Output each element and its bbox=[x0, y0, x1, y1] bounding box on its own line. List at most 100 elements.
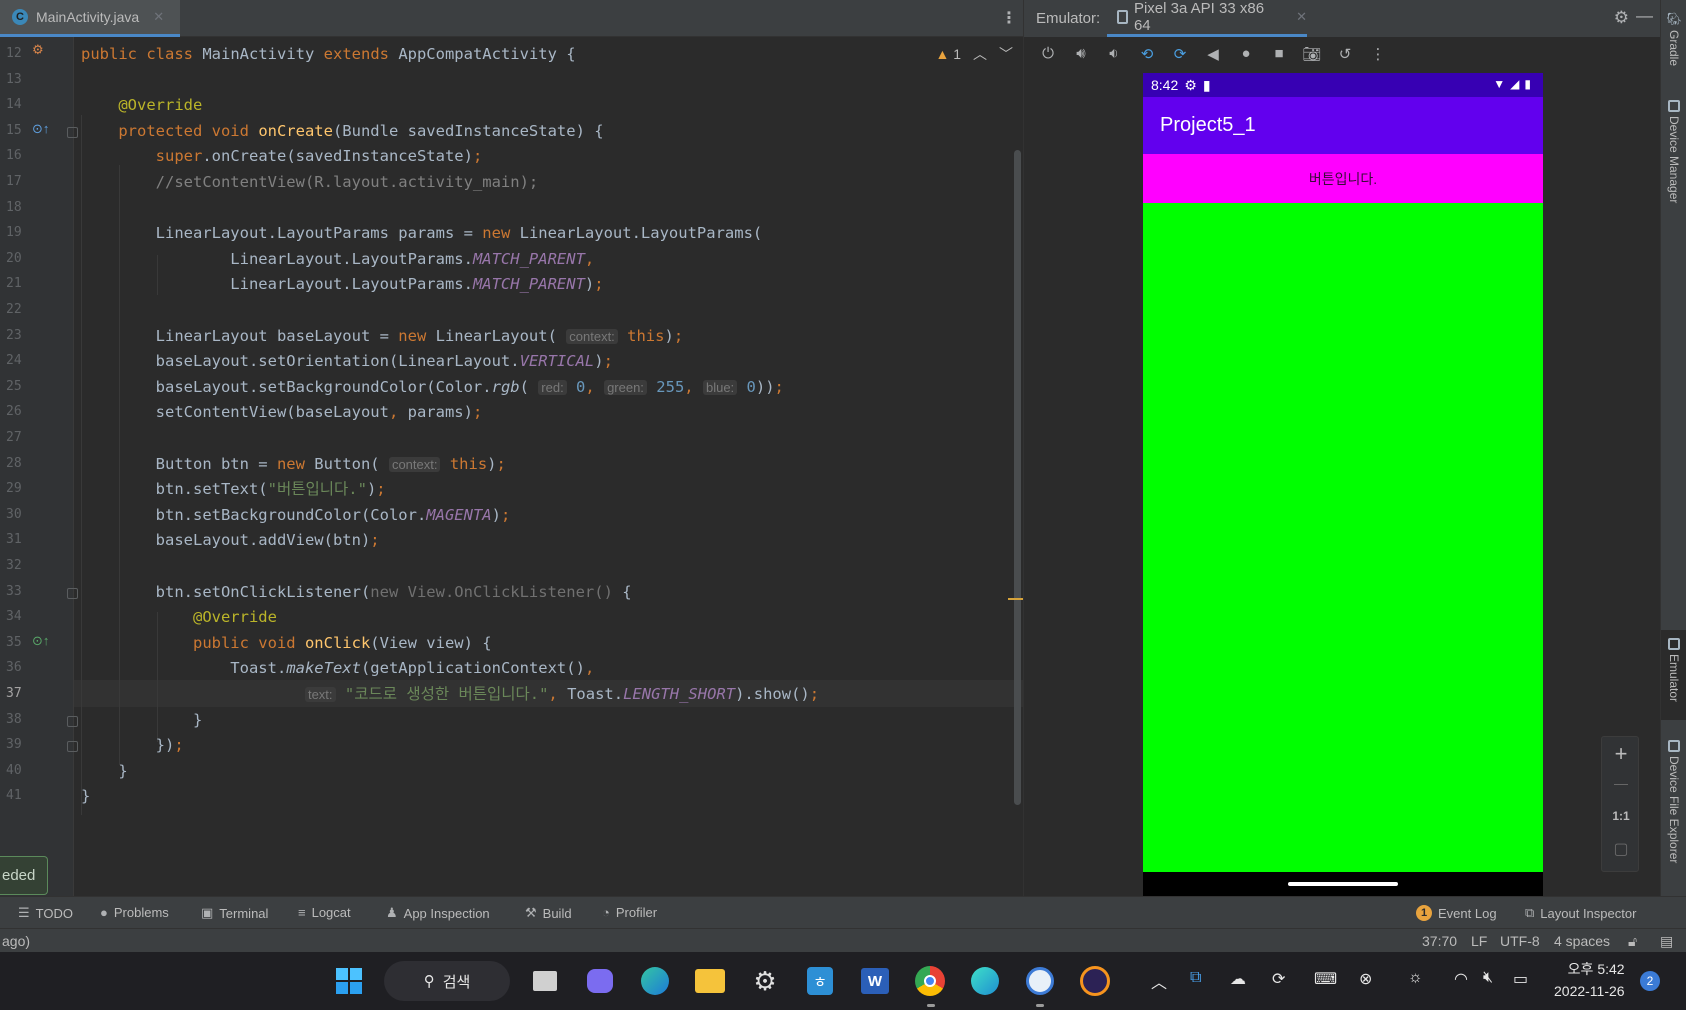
code-line[interactable]: LinearLayout.LayoutParams params = new L… bbox=[81, 220, 763, 247]
home-icon[interactable]: ● bbox=[1234, 42, 1258, 66]
code-line[interactable]: } bbox=[81, 707, 202, 734]
zoom-out-button[interactable]: — bbox=[1602, 775, 1640, 791]
wifi-icon[interactable]: ◠ bbox=[1454, 969, 1468, 989]
sync-icon[interactable]: ⟳ bbox=[1272, 969, 1285, 989]
phone-screen[interactable]: 8:42 ⚙ ▮ ▼ ◢ ▮ Project5_1 버튼입니다. bbox=[1143, 73, 1543, 896]
code-line[interactable]: baseLayout.setOrientation(LinearLayout.V… bbox=[81, 348, 613, 375]
code-line[interactable]: } bbox=[81, 783, 90, 810]
previous-highlight-icon[interactable]: ︿ bbox=[973, 44, 987, 64]
notification-badge[interactable]: 2 bbox=[1640, 971, 1660, 991]
code-line[interactable]: baseLayout.addView(btn); bbox=[81, 527, 380, 554]
magenta-button[interactable]: 버튼입니다. bbox=[1143, 154, 1543, 203]
rotate-left-icon[interactable]: ⟲ bbox=[1135, 42, 1159, 66]
back-icon[interactable]: ◀ bbox=[1201, 42, 1225, 66]
edge-browser-icon[interactable] bbox=[639, 965, 671, 997]
chevron-up-icon[interactable]: ︿ bbox=[1151, 969, 1167, 993]
code-line[interactable]: protected void onCreate(Bundle savedInst… bbox=[81, 118, 603, 145]
emulator-device-tab[interactable]: Pixel 3a API 33 x86 64 ✕ bbox=[1107, 0, 1307, 37]
file-encoding[interactable]: UTF-8 bbox=[1500, 933, 1540, 949]
code-line[interactable]: //setContentView(R.layout.activity_main)… bbox=[81, 169, 539, 196]
file-explorer-icon[interactable] bbox=[694, 965, 726, 997]
code-line[interactable]: }); bbox=[81, 732, 184, 759]
code-line[interactable]: LinearLayout.LayoutParams.MATCH_PARENT, bbox=[81, 246, 594, 273]
cloud-offline-icon[interactable]: ☁ bbox=[1230, 969, 1246, 989]
indent-setting[interactable]: 4 spaces bbox=[1554, 933, 1610, 949]
code-line[interactable]: Toast.makeText(getApplicationContext(), bbox=[81, 655, 594, 682]
inspection-widget[interactable]: ▲ 1 ︿ ﹀ bbox=[935, 44, 1013, 64]
code-line[interactable]: btn.setText("버튼입니다."); bbox=[81, 476, 386, 503]
logcat-button[interactable]: ≡ Logcat bbox=[298, 905, 351, 920]
problems-button[interactable]: ● Problems bbox=[100, 905, 169, 920]
zoom-fit-icon[interactable]: ▢ bbox=[1602, 839, 1640, 859]
code-line[interactable]: LinearLayout.LayoutParams.MATCH_PARENT); bbox=[81, 271, 603, 298]
line-separator[interactable]: LF bbox=[1471, 933, 1487, 949]
zoom-actual-size-button[interactable]: 1:1 bbox=[1602, 809, 1640, 823]
taskbar-clock[interactable]: 오후 5:42 2022-11-26 bbox=[1554, 958, 1625, 1002]
code-line[interactable]: btn.setBackgroundColor(Color.MAGENTA); bbox=[81, 502, 511, 529]
zoom-in-button[interactable]: + bbox=[1602, 741, 1640, 767]
next-highlight-icon[interactable]: ﹀ bbox=[999, 44, 1013, 64]
brightness-icon[interactable]: ☼ bbox=[1408, 969, 1423, 987]
editor-tab-mainactivity[interactable]: C MainActivity.java ✕ bbox=[0, 0, 180, 37]
lock-icon[interactable]: 🔓︎ bbox=[1628, 933, 1637, 950]
taskbar-search[interactable]: ⚲ 검색 bbox=[384, 961, 510, 1001]
keyboard-icon[interactable]: ⌨ bbox=[1314, 969, 1337, 989]
layout-inspector-button[interactable]: ⧉ Layout Inspector bbox=[1525, 905, 1636, 921]
memory-indicator-icon[interactable]: ▤ bbox=[1660, 933, 1673, 950]
app-inspection-button[interactable]: ♟ App Inspection bbox=[386, 905, 490, 921]
code-line[interactable]: Button btn = new Button( context: this); bbox=[81, 451, 506, 478]
editor-scrollbar-thumb[interactable] bbox=[1014, 150, 1021, 805]
more-options-icon[interactable]: ⋮ bbox=[1001, 8, 1017, 28]
close-icon[interactable]: ✕ bbox=[153, 9, 164, 25]
task-view-icon[interactable] bbox=[529, 965, 561, 997]
warning-stripe-marker[interactable] bbox=[1008, 598, 1023, 600]
mute-icon[interactable]: 🔇︎ bbox=[1483, 969, 1493, 987]
profiler-button[interactable]: ◔ Profiler bbox=[602, 905, 657, 920]
windows-start-icon[interactable] bbox=[333, 965, 365, 997]
tool-tab-device-manager[interactable]: Device Manager bbox=[1661, 100, 1686, 203]
close-circle-icon[interactable]: ⊗ bbox=[1359, 969, 1372, 989]
override-marker-icon[interactable]: ⊙↑ bbox=[32, 121, 49, 137]
chrome-icon[interactable] bbox=[914, 965, 946, 997]
volume-down-icon[interactable]: 🔉︎ bbox=[1102, 42, 1126, 66]
rotate-right-icon[interactable]: ⟳ bbox=[1168, 42, 1192, 66]
tool-tab-emulator[interactable]: Emulator bbox=[1661, 630, 1686, 720]
close-icon[interactable]: ✕ bbox=[1296, 9, 1307, 25]
code-line[interactable]: super.onCreate(savedInstanceState); bbox=[81, 143, 483, 170]
code-area[interactable]: public class MainActivity extends AppCom… bbox=[74, 37, 1023, 896]
code-line[interactable]: baseLayout.setBackgroundColor(Color.rgb(… bbox=[81, 374, 784, 401]
code-line[interactable]: btn.setOnClickListener(new View.OnClickL… bbox=[81, 579, 632, 606]
tool-tab-device-file-explorer[interactable]: Device File Explorer bbox=[1661, 740, 1686, 863]
snapshot-icon[interactable]: ↺ bbox=[1333, 42, 1357, 66]
code-line[interactable]: public class MainActivity extends AppCom… bbox=[81, 41, 576, 68]
word-icon[interactable]: W bbox=[859, 965, 891, 997]
build-button[interactable]: ⚒ Build bbox=[525, 905, 572, 921]
eclipse-icon[interactable] bbox=[1079, 965, 1111, 997]
warning-summary[interactable]: ▲ 1 bbox=[935, 46, 961, 62]
notification-balloon[interactable]: eded bbox=[0, 856, 48, 895]
gear-icon[interactable]: ⚙ bbox=[1614, 8, 1629, 28]
code-line[interactable]: setContentView(baseLayout, params); bbox=[81, 399, 483, 426]
android-studio-icon[interactable] bbox=[1024, 965, 1056, 997]
run-class-icon[interactable]: ⚙ bbox=[32, 42, 44, 58]
volume-up-icon[interactable]: 🔊︎ bbox=[1069, 42, 1093, 66]
hangul-icon[interactable]: ㅎ bbox=[804, 965, 836, 997]
power-icon[interactable]: ⏻ bbox=[1036, 42, 1060, 66]
battery-icon[interactable]: ▭ bbox=[1513, 969, 1528, 989]
todo-button[interactable]: ☰ TODO bbox=[18, 905, 73, 921]
caret-position[interactable]: 37:70 bbox=[1422, 933, 1457, 949]
terminal-button[interactable]: ▣ Terminal bbox=[201, 905, 268, 921]
code-line[interactable]: text: "코드로 생성한 버튼입니다.", Toast.LENGTH_SHO… bbox=[81, 681, 819, 708]
tray-app-icon[interactable]: ⧉ bbox=[1190, 969, 1201, 987]
implement-marker-icon[interactable]: ⊙↑ bbox=[32, 633, 49, 649]
code-line[interactable]: } bbox=[81, 758, 127, 785]
minimize-icon[interactable]: — bbox=[1636, 6, 1653, 26]
chat-icon[interactable] bbox=[584, 965, 616, 997]
event-log-button[interactable]: 1 Event Log bbox=[1416, 905, 1497, 921]
overview-icon[interactable]: ■ bbox=[1267, 42, 1291, 66]
status-message[interactable]: ago) bbox=[2, 933, 30, 949]
tool-tab-gradle[interactable]: 🐘︎ Gradle bbox=[1661, 12, 1686, 66]
camera-icon[interactable]: 📷︎ bbox=[1300, 42, 1324, 66]
settings-icon[interactable]: ⚙ bbox=[749, 965, 781, 997]
more-options-icon[interactable]: ⋮ bbox=[1366, 42, 1390, 66]
